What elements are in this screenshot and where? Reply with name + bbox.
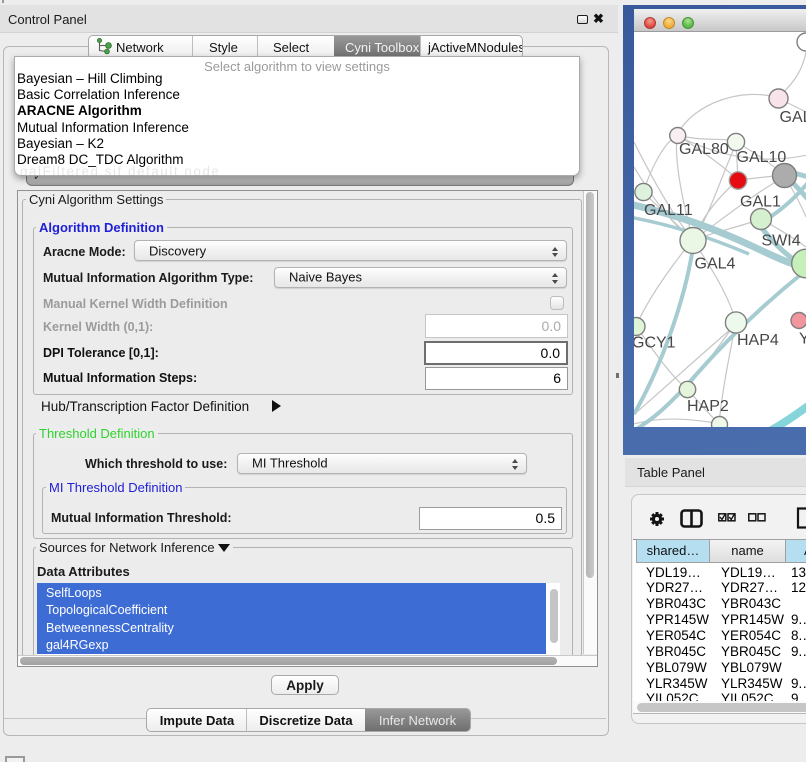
- svg-text:GCY1: GCY1: [634, 335, 676, 352]
- svg-text:GAL7: GAL7: [780, 109, 806, 126]
- svg-text:GAL1: GAL1: [740, 194, 781, 211]
- svg-text:GAL11: GAL11: [644, 202, 693, 219]
- svg-text:HAP2: HAP2: [687, 398, 729, 415]
- svg-text:GAL10: GAL10: [737, 149, 787, 166]
- svg-text:SWI4: SWI4: [762, 233, 801, 250]
- svg-text:GAL80: GAL80: [679, 141, 729, 158]
- svg-text:YM: YM: [799, 331, 806, 348]
- svg-text:HAP4: HAP4: [737, 332, 779, 349]
- svg-text:GAL4: GAL4: [695, 256, 736, 273]
